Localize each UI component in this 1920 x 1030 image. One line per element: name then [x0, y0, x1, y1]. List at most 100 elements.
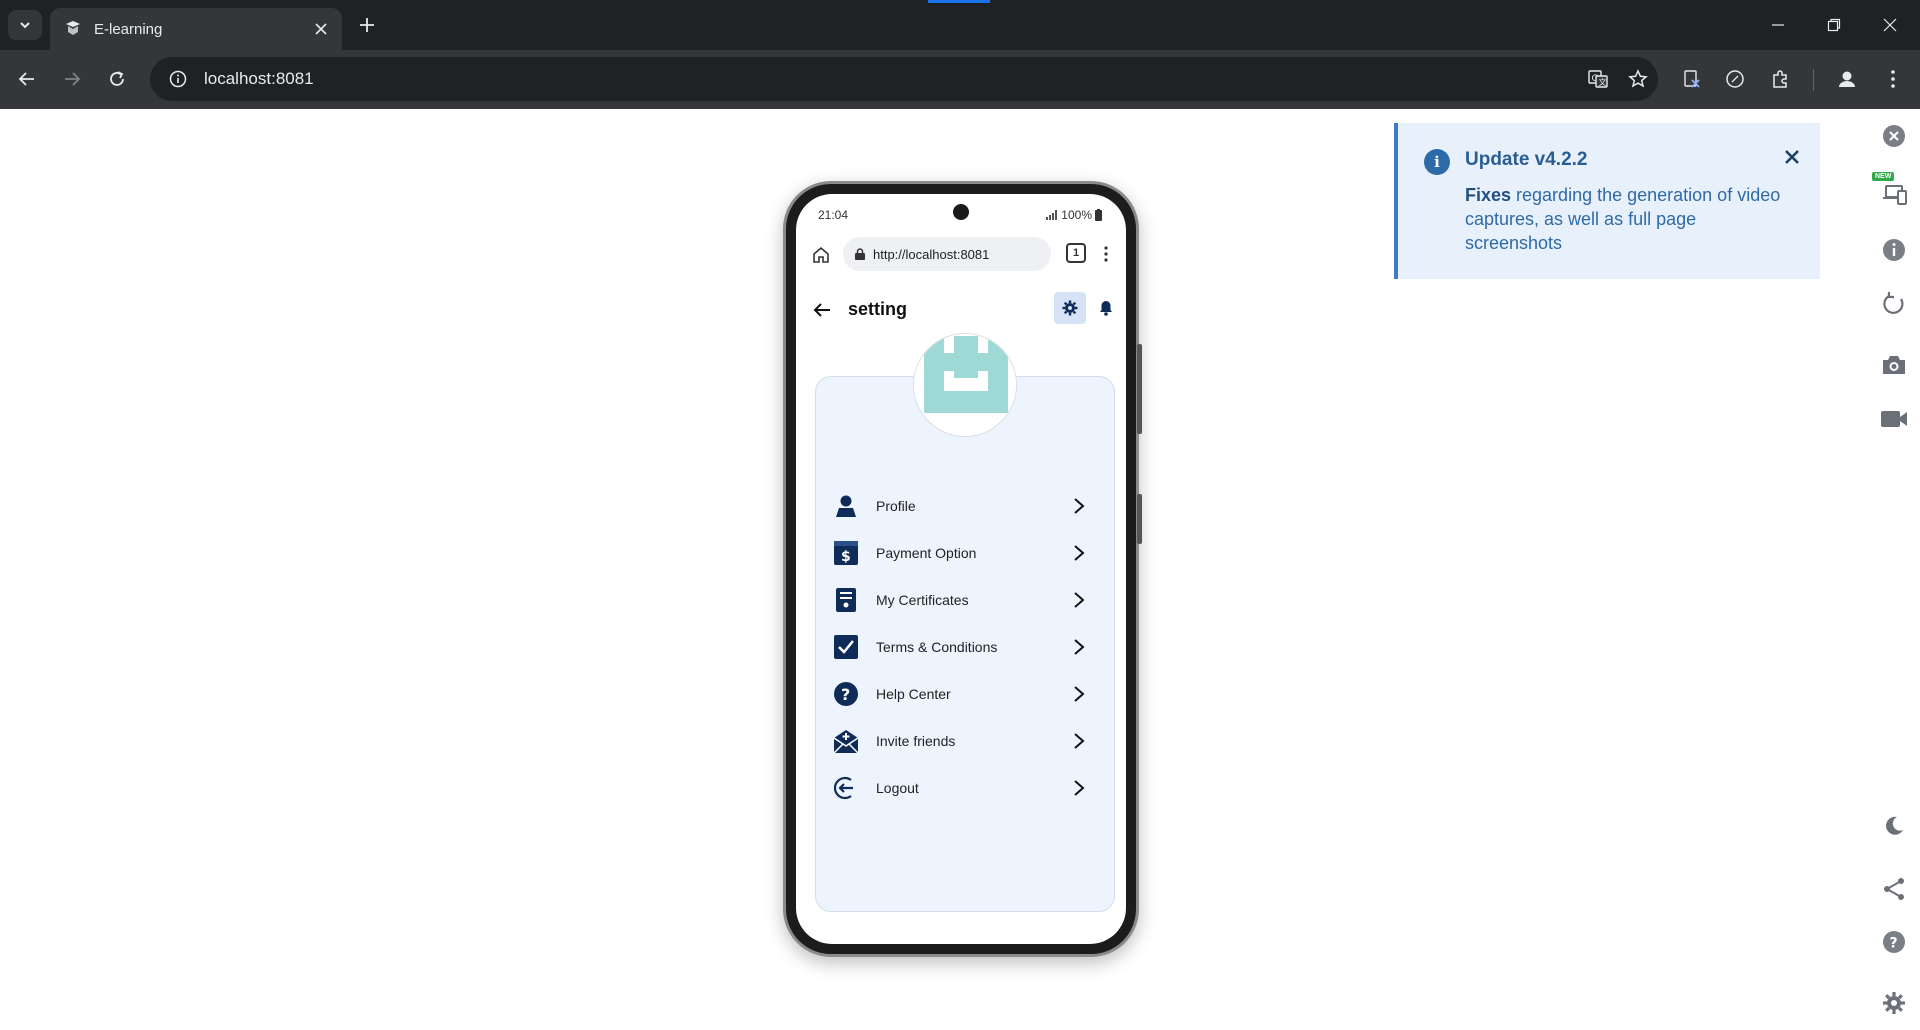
svg-text:?: ? — [841, 685, 850, 704]
compass-extension-button[interactable] — [1718, 62, 1752, 96]
new-tab-button[interactable] — [352, 10, 382, 40]
status-time: 21:04 — [818, 208, 849, 222]
dollar-icon: $ — [831, 538, 861, 568]
menu-item-label: My Certificates — [876, 592, 969, 608]
settings-panel-button[interactable] — [1878, 987, 1910, 1019]
address-bar[interactable]: localhost:8081 G文 — [150, 57, 1658, 101]
browser-tab-bar: E-learning — [0, 0, 1920, 50]
chevron-right-icon — [1067, 541, 1091, 565]
notifications-button[interactable] — [1092, 292, 1120, 324]
signal-icon — [1046, 210, 1058, 220]
front-camera — [953, 204, 969, 220]
menu-item-label: Invite friends — [876, 733, 956, 749]
menu-item-logout[interactable]: Logout — [831, 769, 1091, 807]
chevron-down-icon — [20, 22, 30, 29]
home-icon[interactable] — [808, 242, 834, 268]
checkbox-icon — [831, 632, 861, 662]
back-arrow-icon[interactable] — [808, 296, 836, 324]
menu-item-label: Terms & Conditions — [876, 639, 998, 655]
app-header: setting — [796, 290, 1126, 330]
tab-title: E-learning — [94, 20, 163, 38]
chevron-right-icon — [1067, 588, 1091, 612]
screenshot-button[interactable] — [1878, 349, 1910, 381]
notification-title: Update v4.2.2 — [1465, 149, 1588, 170]
tab-search-button[interactable] — [8, 10, 42, 40]
menu-item-label: Help Center — [876, 686, 951, 702]
identicon-avatar — [914, 334, 1016, 436]
phone-screen: 21:04 100% http://localhost:8081 1 setti… — [796, 194, 1126, 944]
mobile-browser-bar: http://localhost:8081 1 — [796, 234, 1126, 278]
settings-button[interactable] — [1054, 292, 1086, 324]
video-capture-button[interactable] — [1878, 403, 1910, 435]
notification-close-button[interactable] — [1778, 143, 1806, 171]
browser-toolbar: localhost:8081 G文 — [0, 50, 1920, 109]
profile-icon — [1839, 71, 1855, 87]
mobile-url-field[interactable]: http://localhost:8081 — [843, 237, 1051, 271]
menu-item-label: Profile — [876, 498, 916, 514]
menu-item-payment-option[interactable]: $ Payment Option — [831, 534, 1091, 572]
info-icon: i — [1424, 149, 1450, 175]
chevron-right-icon — [1067, 635, 1091, 659]
rotate-button[interactable] — [1878, 288, 1910, 320]
more-vert-icon — [1891, 70, 1895, 88]
share-button[interactable] — [1878, 873, 1910, 905]
close-window-button[interactable] — [1862, 0, 1918, 50]
chevron-right-icon — [1067, 729, 1091, 753]
new-badge: NEW — [1872, 172, 1895, 181]
site-info-icon[interactable] — [158, 57, 198, 101]
tab-close-icon[interactable] — [308, 16, 334, 42]
dark-mode-button[interactable] — [1878, 810, 1910, 842]
phone-power-button — [1137, 494, 1142, 544]
reload-button[interactable] — [100, 62, 134, 96]
avatar[interactable] — [913, 333, 1017, 437]
bell-icon — [1100, 301, 1112, 316]
arrow-left-icon — [18, 72, 34, 86]
address-text: localhost:8081 — [204, 69, 314, 88]
menu-item-help-center[interactable]: ? Help Center — [831, 675, 1091, 713]
extension-x-button[interactable] — [1675, 62, 1709, 96]
certificate-icon — [831, 585, 861, 615]
translate-icon[interactable]: G文 — [1578, 57, 1618, 101]
restore-button[interactable] — [1806, 0, 1862, 50]
browser-tab[interactable]: E-learning — [50, 8, 342, 50]
menu-item-label: Logout — [876, 780, 919, 796]
minimize-button[interactable] — [1750, 0, 1806, 50]
forward-button[interactable] — [55, 62, 89, 96]
battery-text: 100% — [1061, 208, 1092, 222]
more-vert-icon[interactable] — [1096, 241, 1116, 267]
update-notification: i Update v4.2.2 Fixes regarding the gene… — [1394, 123, 1820, 279]
svg-text:文: 文 — [1599, 77, 1607, 87]
svg-text:?: ? — [1890, 936, 1898, 952]
menu-item-my-certificates[interactable]: My Certificates — [831, 581, 1091, 619]
close-icon — [1785, 150, 1799, 164]
puzzle-icon — [1773, 70, 1787, 88]
page-title: setting — [848, 299, 908, 319]
mobile-tab-count[interactable]: 1 — [1066, 243, 1086, 263]
gear-icon — [1883, 992, 1905, 1014]
top-accent-bar — [928, 0, 990, 3]
menu-item-terms-conditions[interactable]: Terms & Conditions — [831, 628, 1091, 666]
menu-item-invite-friends[interactable]: Invite friends — [831, 722, 1091, 760]
rotate-icon — [1883, 292, 1904, 314]
lock-icon — [855, 248, 865, 260]
browser-menu-button[interactable] — [1876, 62, 1910, 96]
menu-item-profile[interactable]: Profile — [831, 487, 1091, 525]
status-bar: 21:04 100% — [796, 194, 1126, 230]
bookmark-star-icon[interactable] — [1618, 57, 1658, 101]
question-icon: ? — [831, 679, 861, 709]
notification-body-bold: Fixes — [1465, 185, 1512, 205]
back-button[interactable] — [10, 62, 44, 96]
help-button[interactable]: ? — [1878, 926, 1910, 958]
extensions-button[interactable] — [1763, 62, 1797, 96]
battery-icon — [1095, 209, 1102, 221]
responsive-devices-button[interactable]: NEW — [1872, 172, 1910, 208]
person-icon — [831, 491, 861, 521]
menu-item-label: Payment Option — [876, 545, 977, 561]
video-camera-icon — [1881, 411, 1907, 427]
arrow-right-icon — [65, 72, 81, 86]
info-button[interactable] — [1878, 234, 1910, 266]
toolbar-separator — [1813, 69, 1814, 91]
close-panel-button[interactable] — [1878, 120, 1910, 152]
profile-button[interactable] — [1830, 62, 1864, 96]
logout-icon — [831, 773, 861, 803]
